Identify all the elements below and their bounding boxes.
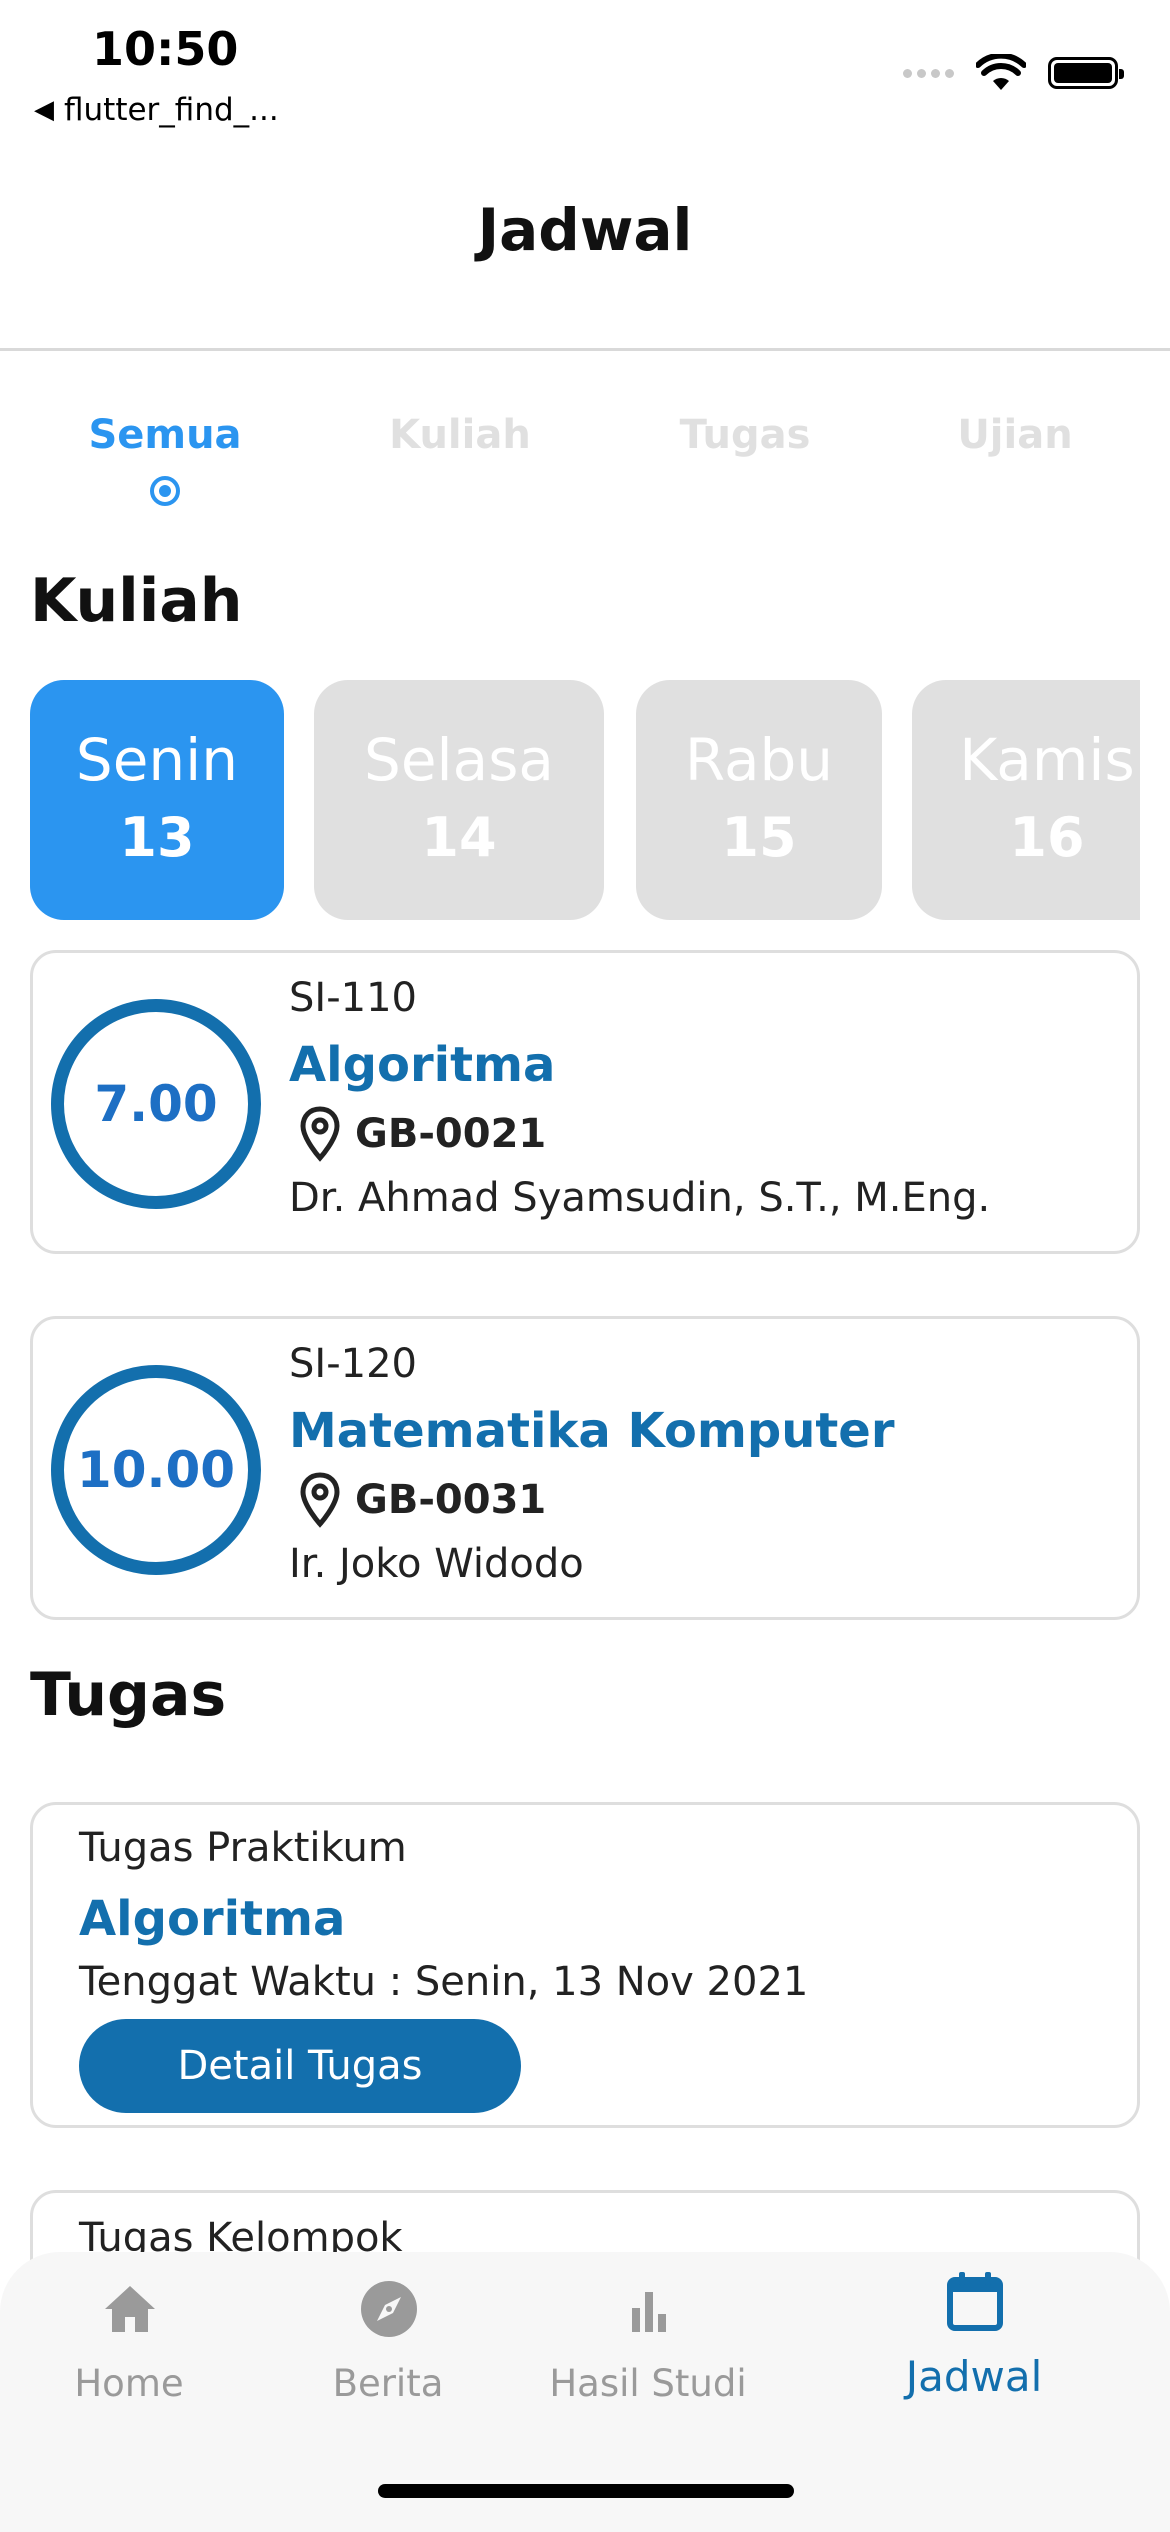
class-code: SI-110 xyxy=(289,975,417,1021)
day-date: 14 xyxy=(421,806,497,869)
class-time: 7.00 xyxy=(51,999,261,1209)
day-name: Senin xyxy=(75,726,239,794)
location-pin-icon xyxy=(300,1106,340,1162)
cellular-signal-icon xyxy=(903,68,954,78)
nav-label: Berita xyxy=(332,2362,444,2405)
back-triangle-icon: ◀ xyxy=(34,95,54,125)
class-name: Algoritma xyxy=(289,1037,556,1093)
filter-tabs: Semua Kuliah Tugas Ujian xyxy=(0,412,1170,512)
tab-ujian[interactable]: Ujian xyxy=(900,412,1130,458)
home-icon xyxy=(105,2286,155,2332)
nav-label: Jadwal xyxy=(905,2352,1043,2401)
room-code: GB-0021 xyxy=(355,1111,547,1157)
tab-semua[interactable]: Semua xyxy=(40,412,290,458)
section-title-kuliah: Kuliah xyxy=(30,566,243,636)
status-time: 10:50 xyxy=(92,22,239,76)
class-card[interactable]: 7.00 SI-110 Algoritma GB-0021 Dr. Ahmad … xyxy=(30,950,1140,1254)
task-deadline: Tenggat Waktu : Senin, 13 Nov 2021 xyxy=(79,1959,809,2005)
task-course: Algoritma xyxy=(79,1891,346,1947)
wifi-icon xyxy=(976,54,1026,90)
room-code: GB-0031 xyxy=(355,1477,547,1523)
class-code: SI-120 xyxy=(289,1341,417,1387)
class-room: GB-0031 xyxy=(299,1471,546,1529)
back-to-app-link[interactable]: ◀ flutter_find_... xyxy=(34,92,279,128)
class-lecturer: Dr. Ahmad Syamsudin, S.T., M.Eng. xyxy=(289,1175,991,1221)
tab-tugas[interactable]: Tugas xyxy=(630,412,860,458)
class-lecturer: Ir. Joko Widodo xyxy=(289,1541,584,1587)
day-date: 16 xyxy=(1009,806,1085,869)
task-type: Tugas Praktikum xyxy=(79,1825,407,1871)
tab-label: Kuliah xyxy=(389,412,531,458)
class-room: GB-0021 xyxy=(299,1105,546,1163)
day-name: Rabu xyxy=(684,726,834,794)
detail-tugas-button[interactable]: Detail Tugas xyxy=(79,2019,521,2113)
day-selector: Senin 13 Selasa 14 Rabu 15 Kamis 16 xyxy=(30,680,1140,920)
class-card[interactable]: 10.00 SI-120 Matematika Komputer GB-0031… xyxy=(30,1316,1140,1620)
tab-kuliah[interactable]: Kuliah xyxy=(340,412,580,458)
tab-label: Semua xyxy=(88,412,242,458)
compass-icon xyxy=(361,2281,417,2337)
home-indicator[interactable] xyxy=(378,2484,794,2498)
class-time: 10.00 xyxy=(51,1365,261,1575)
day-chip-kamis[interactable]: Kamis 16 xyxy=(912,680,1140,920)
task-card: Tugas Praktikum Algoritma Tenggat Waktu … xyxy=(30,1802,1140,2128)
nav-label: Home xyxy=(74,2362,184,2405)
day-date: 15 xyxy=(721,806,797,869)
day-name: Selasa xyxy=(364,726,554,794)
page-title: Jadwal xyxy=(477,196,693,264)
day-chip-selasa[interactable]: Selasa 14 xyxy=(314,680,604,920)
day-date: 13 xyxy=(119,806,195,869)
tab-label: Ujian xyxy=(957,412,1073,458)
tab-label: Tugas xyxy=(679,412,811,458)
active-tab-indicator-icon xyxy=(150,476,180,506)
appbar-divider xyxy=(0,348,1170,351)
back-app-label: flutter_find_... xyxy=(64,92,279,128)
bar-chart-icon xyxy=(632,2292,666,2332)
day-chip-senin[interactable]: Senin 13 xyxy=(30,680,284,920)
section-title-tugas: Tugas xyxy=(30,1660,227,1730)
class-name: Matematika Komputer xyxy=(289,1403,895,1459)
battery-icon xyxy=(1048,57,1124,89)
nav-label: Hasil Studi xyxy=(549,2362,747,2405)
status-indicators xyxy=(903,54,1124,92)
calendar-icon xyxy=(947,2272,1003,2331)
day-name: Kamis xyxy=(959,726,1135,794)
day-chip-rabu[interactable]: Rabu 15 xyxy=(636,680,882,920)
location-pin-icon xyxy=(300,1472,340,1528)
